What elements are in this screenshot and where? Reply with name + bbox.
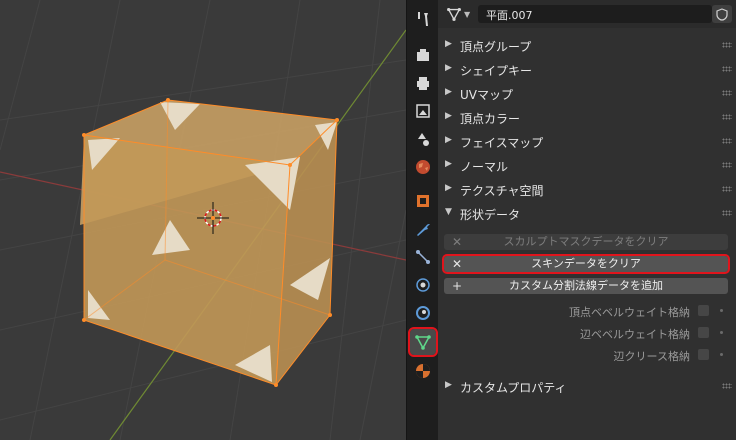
object-square-icon xyxy=(417,195,429,207)
printer-icon xyxy=(417,77,429,90)
mesh-browse-dropdown[interactable]: ▼ xyxy=(446,5,478,23)
section-normals[interactable]: ▶ ノーマル xyxy=(438,154,736,176)
tab-modifiers[interactable] xyxy=(410,216,436,242)
section-label: 形状データ xyxy=(460,208,521,222)
section-label: ノーマル xyxy=(460,160,509,174)
section-label: UVマップ xyxy=(460,88,513,102)
store-edge-bevel-checkbox[interactable] xyxy=(698,327,709,338)
mesh-object[interactable] xyxy=(80,98,339,387)
chevron-right-icon: ▶ xyxy=(445,87,452,97)
store-vertex-bevel-checkbox[interactable] xyxy=(698,305,709,316)
chevron-down-icon: ▼ xyxy=(464,9,471,19)
image-icon xyxy=(416,104,430,118)
section-geometry-data[interactable]: ▼ 形状データ xyxy=(438,202,736,224)
wrench-icon xyxy=(417,223,430,236)
drag-handle-icon[interactable] xyxy=(722,162,732,168)
constraints-icon xyxy=(416,306,430,320)
wrench-screwdriver-icon xyxy=(418,12,428,26)
add-custom-split-normals-button[interactable]: + カスタム分割法線データを追加 xyxy=(444,278,728,294)
tab-tool[interactable] xyxy=(410,6,436,32)
store-edge-crease-row: 辺クリース格納 xyxy=(438,346,736,364)
tab-object[interactable] xyxy=(410,188,436,214)
chevron-right-icon: ▶ xyxy=(445,380,452,390)
drag-handle-icon[interactable] xyxy=(722,210,732,216)
tab-constraints[interactable] xyxy=(410,300,436,326)
mesh-name-field[interactable]: 平面.007 xyxy=(478,5,712,23)
world-globe-icon xyxy=(416,160,430,174)
chevron-right-icon: ▶ xyxy=(445,159,452,169)
section-shape-keys[interactable]: ▶ シェイプキー xyxy=(438,58,736,80)
physics-orbit-icon xyxy=(416,278,430,292)
tab-world[interactable] xyxy=(410,154,436,180)
keyframe-dot-icon[interactable] xyxy=(720,331,723,334)
tab-view-layer[interactable] xyxy=(410,98,436,124)
store-edge-crease-checkbox[interactable] xyxy=(698,349,709,360)
drag-handle-icon[interactable] xyxy=(722,90,732,96)
drag-handle-icon[interactable] xyxy=(722,186,732,192)
section-label: 頂点カラー xyxy=(460,112,521,126)
prop-label: 頂点ベベルウェイト格納 xyxy=(569,306,690,319)
tab-material[interactable] xyxy=(410,358,436,384)
mesh-data-triangle-icon xyxy=(447,7,461,21)
properties-tab-strip xyxy=(406,0,439,440)
store-vertex-bevel-row: 頂点ベベルウェイト格納 xyxy=(438,302,736,320)
drag-handle-icon[interactable] xyxy=(722,114,732,120)
mesh-name-text: 平面.007 xyxy=(486,9,533,22)
tab-scene[interactable] xyxy=(410,126,436,152)
section-vertex-groups[interactable]: ▶ 頂点グループ xyxy=(438,34,736,56)
drag-handle-icon[interactable] xyxy=(722,66,732,72)
chevron-right-icon: ▶ xyxy=(445,183,452,193)
section-label: テクスチャ空間 xyxy=(460,184,544,198)
chevron-right-icon: ▶ xyxy=(445,39,452,49)
section-face-maps[interactable]: ▶ フェイスマップ xyxy=(438,130,736,152)
3d-viewport[interactable] xyxy=(0,0,406,440)
tab-render[interactable] xyxy=(410,42,436,68)
section-label: カスタムプロパティ xyxy=(460,381,567,395)
clear-skin-data-button[interactable]: ✕ スキンデータをクリア xyxy=(442,254,730,274)
section-texture-space[interactable]: ▶ テクスチャ空間 xyxy=(438,178,736,200)
prop-label: 辺クリース格納 xyxy=(613,350,690,363)
tab-particles[interactable] xyxy=(410,244,436,270)
button-label: スキンデータをクリア xyxy=(531,257,641,270)
viewport-canvas[interactable] xyxy=(0,0,406,440)
section-custom-properties[interactable]: ▶ カスタムプロパティ xyxy=(438,375,736,397)
fake-user-button[interactable] xyxy=(712,5,732,23)
chevron-right-icon: ▶ xyxy=(445,63,452,73)
keyframe-dot-icon[interactable] xyxy=(720,353,723,356)
drag-handle-icon[interactable] xyxy=(722,383,732,389)
tab-output[interactable] xyxy=(410,70,436,96)
button-label: カスタム分割法線データを追加 xyxy=(509,279,663,292)
section-label: 頂点グループ xyxy=(460,40,532,54)
shield-icon xyxy=(716,7,728,21)
keyframe-dot-icon[interactable] xyxy=(720,309,723,312)
drag-handle-icon[interactable] xyxy=(722,138,732,144)
button-label: スカルプトマスクデータをクリア xyxy=(503,235,669,248)
section-label: フェイスマップ xyxy=(460,136,544,150)
drag-handle-icon[interactable] xyxy=(722,42,732,48)
tab-physics[interactable] xyxy=(410,272,436,298)
prop-label: 辺ベベルウェイト格納 xyxy=(580,328,690,341)
tab-data[interactable] xyxy=(408,327,438,357)
render-camera-icon xyxy=(417,49,429,61)
mesh-data-triangle-icon xyxy=(415,335,431,350)
section-vertex-colors[interactable]: ▶ 頂点カラー xyxy=(438,106,736,128)
material-sphere-icon xyxy=(416,364,430,378)
chevron-right-icon: ▶ xyxy=(445,111,452,121)
section-uv-maps[interactable]: ▶ UVマップ xyxy=(438,82,736,104)
chevron-down-icon: ▼ xyxy=(445,207,452,217)
clear-sculpt-mask-button[interactable]: ✕ スカルプトマスクデータをクリア xyxy=(444,234,728,250)
particles-icon xyxy=(416,250,430,264)
properties-panel: ▼ 平面.007 ▶ 頂点グループ ▶ シェイプキー ▶ UVマップ ▶ 頂点カ… xyxy=(438,0,736,440)
chevron-right-icon: ▶ xyxy=(445,135,452,145)
store-edge-bevel-row: 辺ベベルウェイト格納 xyxy=(438,324,736,342)
section-label: シェイプキー xyxy=(460,64,533,78)
scene-shapes-icon xyxy=(418,133,429,146)
panel-header: ▼ 平面.007 xyxy=(438,0,736,28)
